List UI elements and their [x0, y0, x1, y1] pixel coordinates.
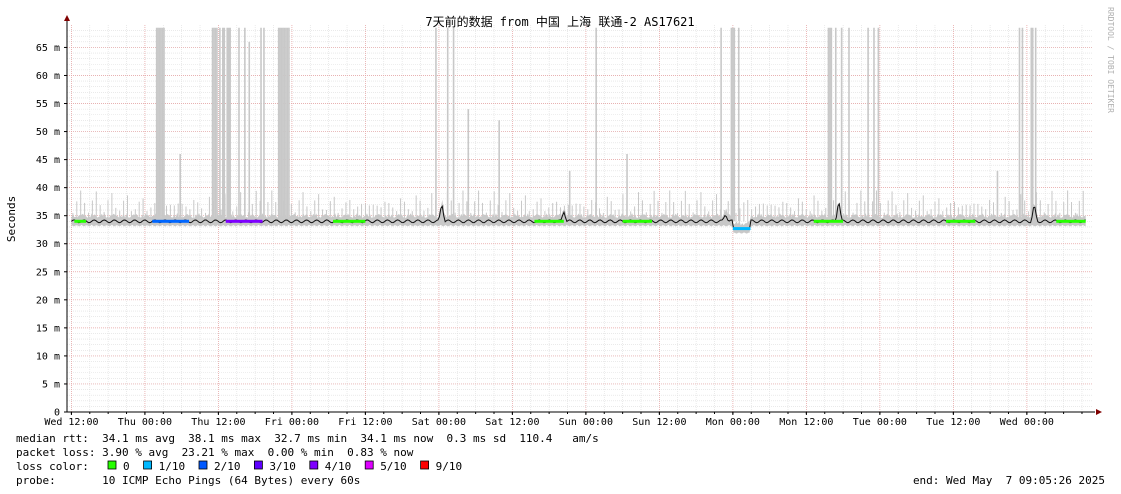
- median-rtt-stats: median rtt: 34.1 ms avg 38.1 ms max 32.7…: [16, 432, 599, 445]
- x-tick-label: Fri 12:00: [338, 417, 392, 428]
- y-tick-label: 60 m: [36, 71, 60, 82]
- x-tick-label: Tue 12:00: [926, 417, 980, 428]
- loss-legend-swatch: [364, 460, 374, 470]
- x-tick-label: Wed 12:00: [44, 417, 98, 428]
- loss-color-segment: [333, 219, 366, 223]
- y-tick-label: 25 m: [36, 267, 60, 278]
- loss-legend-label: 5/10: [380, 460, 407, 473]
- x-axis-arrow: [1096, 409, 1102, 415]
- spike-layer: [155, 27, 1037, 222]
- loss-legend-swatch: [198, 460, 208, 470]
- y-tick-label: 50 m: [36, 127, 60, 138]
- x-tick-label: Wed 00:00: [1000, 417, 1054, 428]
- y-tick-label: 10 m: [36, 351, 60, 362]
- loss-color-segment: [225, 219, 263, 223]
- y-tick-labels: 05 m10 m15 m20 m25 m30 m35 m40 m45 m50 m…: [36, 43, 60, 419]
- loss-color-segment: [946, 219, 976, 223]
- y-tick-label: 5 m: [42, 379, 60, 390]
- x-tick-label: Sat 12:00: [485, 417, 539, 428]
- loss-legend-swatch: [107, 460, 117, 470]
- y-axis-arrow: [64, 15, 70, 21]
- loss-legend-label: 4/10: [325, 460, 352, 473]
- loss-legend-swatch: [143, 460, 153, 470]
- loss-legend-swatch: [420, 460, 430, 470]
- x-tick-label: Thu 12:00: [191, 417, 245, 428]
- loss-color-segment: [74, 219, 87, 223]
- x-tick-label: Mon 12:00: [779, 417, 833, 428]
- x-tick-label: Mon 00:00: [706, 417, 760, 428]
- x-tick-labels: Wed 12:00 Thu 00:00 Thu 12:00 Fri 00:00 Fri …: [44, 417, 1054, 428]
- loss-legend-label: 0: [123, 460, 130, 473]
- y-tick-label: 55 m: [36, 99, 60, 110]
- loss-legend-label: 2/10: [214, 460, 241, 473]
- smokeping-chart: 7天前的数据 from 中国 上海 联通-2 AS17621 Seconds R…: [5, 7, 1115, 487]
- x-tick-label: Thu 00:00: [118, 417, 172, 428]
- y-tick-label: 15 m: [36, 323, 60, 334]
- loss-color-segment: [1056, 219, 1086, 223]
- y-tick-label: 45 m: [36, 155, 60, 166]
- loss-color-segment: [152, 219, 190, 223]
- loss-color-segment: [732, 227, 751, 231]
- watermark: RRDTOOL / TOBI OETIKER: [1106, 7, 1115, 113]
- y-tick-label: 65 m: [36, 43, 60, 54]
- x-tick-label: Sun 12:00: [632, 417, 686, 428]
- loss-color-label: loss color:: [16, 460, 89, 473]
- loss-legend-swatch: [309, 460, 319, 470]
- loss-legend-swatch: [253, 460, 263, 470]
- packet-loss-stats: packet loss: 3.90 % avg 23.21 % max 0.00…: [16, 446, 414, 459]
- y-tick-label: 20 m: [36, 295, 60, 306]
- loss-color-segment: [622, 219, 653, 223]
- loss-color-legend: 0 1/10 2/10 3/10 4/10 5/10 9/10: [107, 460, 463, 473]
- x-tick-label: Sat 00:00: [412, 417, 466, 428]
- loss-legend-label: 3/10: [269, 460, 296, 473]
- y-tick-label: 40 m: [36, 183, 60, 194]
- probe-info: probe: 10 ICMP Echo Pings (64 Bytes) eve…: [16, 474, 360, 487]
- loss-legend-label: 1/10: [159, 460, 186, 473]
- loss-legend-label: 9/10: [436, 460, 463, 473]
- x-tick-label: Tue 00:00: [853, 417, 907, 428]
- loss-color-segment: [534, 219, 564, 223]
- x-tick-label: Sun 00:00: [559, 417, 613, 428]
- x-tick-label: Fri 00:00: [265, 417, 319, 428]
- end-time: end: Wed May 7 09:05:26 2025: [913, 474, 1105, 487]
- y-tick-label: 35 m: [36, 211, 60, 222]
- loss-color-segment: [813, 219, 844, 223]
- y-axis-label: Seconds: [5, 196, 18, 242]
- chart-title: 7天前的数据 from 中国 上海 联通-2 AS17621: [425, 14, 694, 29]
- y-tick-label: 30 m: [36, 239, 60, 250]
